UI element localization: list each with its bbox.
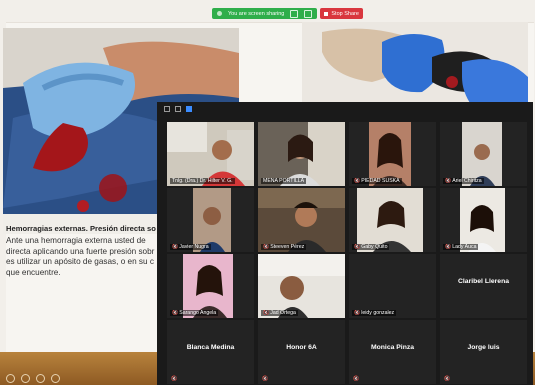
participant-tile[interactable]: Honor 6A 🔇 bbox=[258, 320, 345, 384]
participant-tile[interactable]: 🔇 leidy gonzalez bbox=[349, 254, 436, 318]
participant-tile[interactable]: 🔇 PIEDAD SUSKA bbox=[349, 122, 436, 186]
participant-tile[interactable]: Jorge luis 🔇 bbox=[440, 320, 527, 384]
participant-name: 🔇 Lady Auca bbox=[443, 244, 479, 250]
pen-tool-icon[interactable] bbox=[36, 374, 45, 383]
participant-video bbox=[167, 188, 254, 252]
participant-tile[interactable]: 🔇 Gaby Quito bbox=[349, 188, 436, 252]
gallery-toolbar bbox=[157, 102, 535, 116]
muted-mic-icon: 🔇 bbox=[262, 376, 269, 382]
share-options-icon[interactable] bbox=[304, 9, 313, 18]
participant-video bbox=[258, 122, 345, 186]
participant-name: 🔇 Jad Ortega bbox=[261, 310, 298, 316]
participant-tile[interactable]: MENA PORTILLA bbox=[258, 122, 345, 186]
muted-mic-icon: 🔇 bbox=[354, 244, 361, 250]
sharing-status-text: You are screen sharing bbox=[228, 10, 285, 17]
muted-mic-icon: 🔇 bbox=[171, 376, 178, 382]
meeting-gallery-window: Tnlg. (Dra.) Dr. Hilter V. G. MENA PORTI… bbox=[157, 102, 533, 385]
slide-heading: Hemorragias externas. Presión directa so… bbox=[6, 224, 156, 233]
slide-body-line: que encuentre. bbox=[6, 267, 61, 277]
previous-slide-icon[interactable] bbox=[6, 374, 15, 383]
sharing-status-icon bbox=[217, 11, 222, 16]
muted-mic-icon: 🔇 bbox=[445, 244, 452, 250]
participant-tile[interactable]: 🔇 Javier Nugra bbox=[167, 188, 254, 252]
slide-body-text: Ante una hemorragia externa usted de dir… bbox=[6, 236, 156, 278]
participant-video bbox=[258, 188, 345, 252]
muted-mic-icon: 🔇 bbox=[263, 310, 270, 316]
participant-tile[interactable]: Monica Pinza 🔇 bbox=[349, 320, 436, 384]
slide-body-line: Ante una hemorragia externa usted de bbox=[6, 236, 146, 245]
screen-share-bar: You are screen sharing Stop Share bbox=[212, 8, 363, 19]
next-slide-icon[interactable] bbox=[21, 374, 30, 383]
minimize-icon[interactable] bbox=[164, 106, 170, 112]
slide-body-line: directa aplicando una fuerte presión sob… bbox=[6, 246, 155, 256]
participant-name-placeholder: Honor 6A bbox=[286, 344, 317, 351]
participant-tile[interactable]: Tnlg. (Dra.) Dr. Hilter V. G. bbox=[167, 122, 254, 186]
stop-share-button[interactable]: Stop Share bbox=[320, 8, 363, 19]
participant-video bbox=[258, 254, 345, 318]
speaker-view-icon[interactable] bbox=[175, 106, 181, 112]
participant-name: 🔇 Ariel Chiritza bbox=[443, 178, 484, 184]
participant-name: 🔇 Sarango Angela bbox=[170, 310, 219, 316]
screen-sharing-indicator[interactable]: You are screen sharing bbox=[212, 8, 318, 19]
pause-share-icon[interactable] bbox=[290, 9, 299, 18]
participant-name: 🔇 leidy gonzalez bbox=[352, 310, 397, 316]
participant-video bbox=[440, 188, 527, 252]
participant-video bbox=[167, 122, 254, 186]
slide-photo-gloved-hands bbox=[302, 22, 528, 106]
muted-mic-icon: 🔇 bbox=[354, 178, 361, 184]
participant-video bbox=[440, 122, 527, 186]
participant-name: 🔇 Gaby Quito bbox=[352, 244, 390, 250]
muted-mic-icon: 🔇 bbox=[263, 244, 270, 250]
participant-name: 🔇 PIEDAD SUSKA bbox=[352, 178, 402, 184]
stop-share-label: Stop Share bbox=[331, 10, 359, 17]
participant-tile[interactable]: 🔇 Jad Ortega bbox=[258, 254, 345, 318]
slide-body-line: es utilizar un apósito de gasas, o en su… bbox=[6, 257, 154, 267]
participant-name: MENA PORTILLA bbox=[261, 178, 307, 184]
participant-name-placeholder: Claribel Llerena bbox=[458, 278, 509, 285]
participant-name: 🔇 Steeven Pérez bbox=[261, 244, 307, 250]
participant-video bbox=[167, 254, 254, 318]
participant-name-placeholder: Monica Pinza bbox=[370, 344, 415, 351]
participant-name-placeholder: Jorge luis bbox=[467, 344, 500, 351]
muted-mic-icon: 🔇 bbox=[444, 376, 451, 382]
muted-mic-icon: 🔇 bbox=[353, 376, 360, 382]
participant-tile[interactable]: Claribel Llerena bbox=[440, 254, 527, 318]
participant-tile[interactable]: 🔇 Ariel Chiritza bbox=[440, 122, 527, 186]
muted-mic-icon: 🔇 bbox=[445, 178, 452, 184]
participant-tile[interactable]: 🔇 Steeven Pérez bbox=[258, 188, 345, 252]
participant-tile[interactable]: 🔇 Lady Auca bbox=[440, 188, 527, 252]
zoom-icon[interactable] bbox=[51, 374, 60, 383]
muted-mic-icon: 🔇 bbox=[172, 244, 179, 250]
participant-video bbox=[349, 188, 436, 252]
participant-name: Tnlg. (Dra.) Dr. Hilter V. G. bbox=[170, 178, 235, 184]
muted-mic-icon: 🔇 bbox=[172, 310, 179, 316]
stop-icon bbox=[324, 11, 329, 16]
muted-mic-icon: 🔇 bbox=[354, 310, 361, 316]
participant-name-placeholder: Blanca Medina bbox=[186, 344, 235, 351]
participant-name: 🔇 Javier Nugra bbox=[170, 244, 211, 250]
participant-tile[interactable]: 🔇 Sarango Angela bbox=[167, 254, 254, 318]
slide-controls bbox=[6, 374, 60, 383]
gallery-view-icon[interactable] bbox=[186, 106, 192, 112]
participant-video bbox=[349, 122, 436, 186]
participant-tile[interactable]: Blanca Medina 🔇 bbox=[167, 320, 254, 384]
